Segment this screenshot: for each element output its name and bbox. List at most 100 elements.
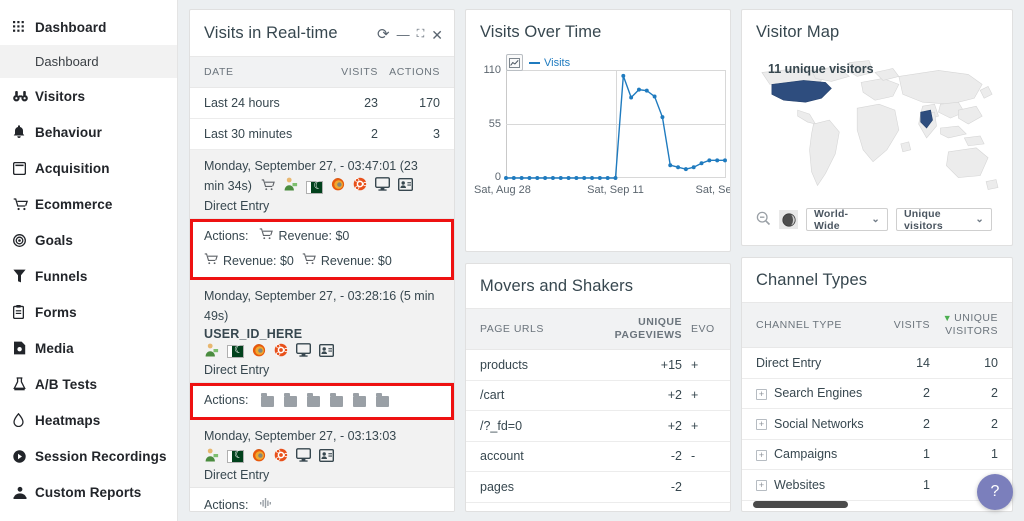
action-revenue-item[interactable]: Revenue: $0: [259, 227, 349, 246]
table-row[interactable]: products +15 +: [466, 349, 730, 381]
world-map[interactable]: 11 unique visitors: [754, 54, 1000, 204]
folder-icon[interactable]: [353, 393, 367, 407]
desktop-icon[interactable]: [295, 343, 312, 360]
chart-data-point[interactable]: [590, 176, 595, 181]
sparkline-icon[interactable]: [259, 496, 273, 511]
chart-data-point[interactable]: [699, 161, 704, 166]
chart-data-point[interactable]: [668, 163, 673, 168]
chart-data-point[interactable]: [535, 176, 540, 181]
vcard-icon[interactable]: [318, 343, 335, 360]
expand-icon[interactable]: +: [756, 449, 767, 461]
zoom-out-icon[interactable]: [756, 211, 771, 229]
globe-icon[interactable]: [779, 210, 798, 230]
chart-data-point[interactable]: [636, 87, 641, 92]
flag-pk-icon[interactable]: [227, 448, 244, 464]
sidebar-item-visitors[interactable]: Visitors: [0, 78, 177, 114]
folder-icon[interactable]: [284, 393, 298, 407]
horizontal-scrollbar[interactable]: [753, 501, 848, 508]
folder-icon[interactable]: [376, 393, 390, 407]
visitor-log-entry[interactable]: Monday, September 27, - 03:28:16 (5 min …: [190, 279, 454, 384]
firefox-icon[interactable]: [252, 448, 266, 465]
refresh-icon[interactable]: ⟳: [377, 27, 390, 42]
chart-data-point[interactable]: [511, 176, 516, 181]
visitor-icon[interactable]: [283, 177, 298, 197]
chart-data-point[interactable]: [519, 176, 524, 181]
desktop-icon[interactable]: [375, 177, 391, 197]
chart-data-point[interactable]: [558, 176, 563, 181]
sidebar-item-media[interactable]: Media: [0, 330, 177, 366]
legend-entry-visits[interactable]: Visits: [529, 57, 570, 69]
sidebar-item-behaviour[interactable]: Behaviour: [0, 114, 177, 150]
column-header-unique-pageviews[interactable]: UNIQUE PAGEVIEWS: [594, 308, 682, 351]
flag-pk-icon[interactable]: [306, 179, 324, 194]
chart-data-point[interactable]: [715, 158, 720, 163]
chart-data-point[interactable]: [574, 176, 579, 181]
chart-data-point[interactable]: [566, 176, 571, 181]
folder-icon[interactable]: [307, 393, 321, 407]
map-metric-select[interactable]: Unique visitors ⌄: [896, 208, 992, 232]
firefox-icon[interactable]: [331, 177, 345, 197]
close-icon[interactable]: ✕: [431, 28, 443, 42]
table-row[interactable]: /cart +2 +: [466, 380, 730, 412]
table-row[interactable]: + Search Engines 2 2: [742, 378, 1012, 410]
chart-type-icon[interactable]: [506, 54, 523, 72]
column-header-unique-visitors[interactable]: ▼ UNIQUE VISITORS: [930, 302, 1012, 349]
table-row[interactable]: + Social Networks 2 2: [742, 408, 1012, 440]
chart-data-point[interactable]: [550, 176, 555, 181]
table-row[interactable]: + Campaigns 1 1: [742, 439, 1012, 471]
table-row[interactable]: pages -2: [466, 471, 730, 503]
sidebar-item-ab-tests[interactable]: A/B Tests: [0, 366, 177, 402]
vcard-icon[interactable]: [318, 448, 335, 465]
chart-data-point[interactable]: [707, 158, 712, 163]
table-row[interactable]: account -2 -: [466, 441, 730, 473]
chart-data-point[interactable]: [676, 165, 681, 170]
chart-data-point[interactable]: [527, 176, 532, 181]
chart-data-point[interactable]: [652, 94, 657, 99]
minimize-icon[interactable]: —: [397, 28, 410, 41]
action-revenue-item[interactable]: Revenue: $0: [302, 252, 392, 271]
ubuntu-icon[interactable]: [274, 343, 289, 360]
vcard-icon[interactable]: [398, 177, 414, 197]
action-revenue-item[interactable]: Revenue: $0: [204, 252, 294, 271]
chart-data-point[interactable]: [605, 176, 610, 181]
sidebar-item-acquisition[interactable]: Acquisition: [0, 150, 177, 186]
chart-data-point[interactable]: [621, 74, 626, 79]
expand-icon[interactable]: +: [756, 419, 767, 431]
visitor-icon[interactable]: [204, 343, 219, 360]
table-row[interactable]: +Websites 1 1: [742, 469, 1012, 501]
expand-icon[interactable]: +: [756, 388, 767, 400]
maximize-icon[interactable]: ⛶: [417, 29, 425, 40]
sidebar-item-forms[interactable]: Forms: [0, 294, 177, 330]
chart-data-point[interactable]: [582, 176, 587, 181]
cart-icon[interactable]: [261, 177, 276, 197]
chart-data-point[interactable]: [629, 95, 634, 100]
chart-data-point[interactable]: [543, 176, 548, 181]
chart-data-point[interactable]: [660, 115, 665, 120]
column-header-evolution[interactable]: EVO: [682, 308, 730, 351]
table-row[interactable]: Direct Entry 14 10: [742, 347, 1012, 379]
sidebar-item-goals[interactable]: Goals: [0, 222, 177, 258]
sidebar-item-session-recordings[interactable]: Session Recordings: [0, 438, 177, 474]
column-header-date[interactable]: DATE: [190, 56, 316, 89]
column-header-channel-type[interactable]: CHANNEL TYPE: [742, 302, 868, 349]
desktop-icon[interactable]: [295, 448, 312, 465]
table-row[interactable]: /?_fd=0 +2 +: [466, 410, 730, 442]
ubuntu-icon[interactable]: [353, 177, 368, 197]
map-country-us[interactable]: [771, 80, 832, 103]
column-header-visits[interactable]: VISITS: [868, 302, 930, 349]
sidebar-item-funnels[interactable]: Funnels: [0, 258, 177, 294]
chart-data-point[interactable]: [683, 167, 688, 172]
sidebar-item-heatmaps[interactable]: Heatmaps: [0, 402, 177, 438]
map-scope-select[interactable]: World-Wide ⌄: [806, 208, 888, 232]
folder-icon[interactable]: [330, 393, 344, 407]
chart-data-point[interactable]: [723, 158, 727, 163]
visitor-log-entry[interactable]: Monday, September 27, - 03:47:01 (23 min…: [190, 150, 454, 220]
sidebar-item-custom-reports[interactable]: Custom Reports: [0, 474, 177, 510]
folder-icon[interactable]: [261, 393, 275, 407]
firefox-icon[interactable]: [252, 343, 266, 360]
sidebar-item-ecommerce[interactable]: Ecommerce: [0, 186, 177, 222]
chart-data-point[interactable]: [597, 176, 602, 181]
chart-data-point[interactable]: [644, 88, 649, 93]
chart-data-point[interactable]: [691, 165, 696, 170]
help-button[interactable]: ?: [977, 474, 1013, 510]
